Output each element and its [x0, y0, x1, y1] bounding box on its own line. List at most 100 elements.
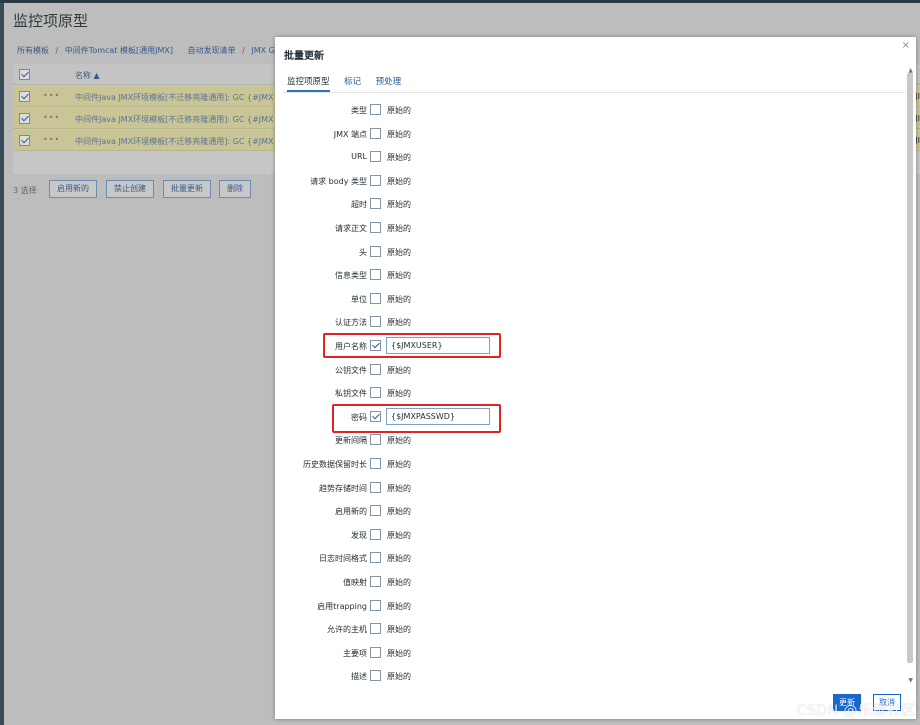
field-label: 启用新的 [335, 507, 367, 516]
field-checkbox[interactable] [370, 576, 381, 587]
row-checkbox[interactable] [19, 113, 30, 124]
field-row: URL 原始的 [275, 149, 575, 165]
field-label: 请求正文 [335, 224, 367, 233]
field-checkbox[interactable] [370, 222, 381, 233]
row-name-link[interactable]: 中间件Java JMX环境模板[不迁移亮隆通用]: GC {#JMX [75, 114, 274, 125]
field-label: 更新间隔 [335, 436, 367, 445]
field-checkbox[interactable] [370, 482, 381, 493]
field-checkbox[interactable] [370, 600, 381, 611]
field-row: 日志时间格式 原始的 [275, 550, 575, 566]
field-checkbox[interactable] [370, 316, 381, 327]
field-original-label: 原始的 [387, 460, 411, 469]
field-original-label: 原始的 [387, 578, 411, 587]
field-row: 允许的主机 原始的 [275, 621, 575, 637]
breadcrumb-all-templates[interactable]: 所有模板 [17, 46, 49, 55]
field-checkbox[interactable] [370, 647, 381, 658]
page-title: 监控项原型 [13, 12, 89, 30]
select-all-checkbox[interactable] [19, 69, 30, 80]
breadcrumb: 所有模板 / 中间件Tomcat 模板[通用JMX] 自动发现清单 / JMX … [17, 45, 283, 56]
breadcrumb-discovery-list[interactable]: 自动发现清单 [188, 46, 236, 55]
field-checkbox[interactable] [370, 434, 381, 445]
field-label: JMX 端点 [333, 130, 367, 139]
field-original-label: 原始的 [387, 672, 411, 681]
field-original-label: 原始的 [387, 389, 411, 398]
field-row: 启用新的 原始的 [275, 503, 575, 519]
breadcrumb-separator: / [242, 46, 245, 55]
field-original-label: 原始的 [387, 295, 411, 304]
field-checkbox[interactable] [370, 198, 381, 209]
dialog-scrollbar[interactable] [907, 73, 913, 663]
field-checkbox[interactable] [370, 175, 381, 186]
close-icon[interactable]: × [902, 40, 910, 51]
field-original-label: 原始的 [387, 200, 411, 209]
field-label: 启用trapping [317, 602, 367, 611]
field-label: 单位 [351, 295, 367, 304]
breadcrumb-separator: / [55, 46, 59, 55]
field-label: 私钥文件 [335, 389, 367, 398]
field-original-label: 原始的 [387, 224, 411, 233]
row-menu-dots[interactable]: ••• [43, 113, 60, 122]
field-checkbox[interactable] [370, 364, 381, 375]
field-label: URL [351, 152, 367, 161]
field-checkbox[interactable] [370, 458, 381, 469]
field-checkbox[interactable] [370, 151, 381, 162]
field-label: 头 [359, 248, 367, 257]
mass-update-button[interactable]: 批量更新 [163, 180, 211, 198]
field-row: 认证方法 原始的 [275, 314, 575, 330]
field-row: 请求正文 原始的 [275, 220, 575, 236]
field-label: 类型 [351, 106, 367, 115]
field-label: 请求 body 类型 [310, 177, 367, 186]
tab-tags[interactable]: 标记 [344, 75, 361, 90]
field-label: 描述 [351, 672, 367, 681]
field-label: 趋势存储时间 [319, 484, 367, 493]
field-checkbox[interactable] [370, 670, 381, 681]
field-original-label: 原始的 [387, 153, 411, 162]
scroll-down-arrow[interactable]: ▼ [908, 677, 913, 684]
field-original-label: 原始的 [387, 625, 411, 634]
field-original-label: 原始的 [387, 366, 411, 375]
field-checkbox[interactable] [370, 246, 381, 257]
field-checkbox[interactable] [370, 552, 381, 563]
field-row: 描述 原始的 [275, 668, 575, 684]
row-menu-dots[interactable]: ••• [43, 91, 60, 100]
delete-button[interactable]: 删除 [219, 180, 251, 198]
field-original-label: 原始的 [387, 318, 411, 327]
field-row: 更新间隔 原始的 [275, 432, 575, 448]
field-original-label: 原始的 [387, 531, 411, 540]
field-original-label: 原始的 [387, 602, 411, 611]
field-checkbox[interactable] [370, 128, 381, 139]
field-row: 单位 原始的 [275, 291, 575, 307]
field-row: 启用trapping 原始的 [275, 598, 575, 614]
field-label: 历史数据保留时长 [303, 460, 367, 469]
field-original-label: 原始的 [387, 248, 411, 257]
field-row: 信息类型 原始的 [275, 267, 575, 283]
field-checkbox[interactable] [370, 387, 381, 398]
row-checkbox[interactable] [19, 91, 30, 102]
field-row: 发现 原始的 [275, 527, 575, 543]
breadcrumb-template[interactable]: 中间件Tomcat 模板[通用JMX] [65, 46, 173, 55]
row-menu-dots[interactable]: ••• [43, 135, 60, 144]
field-checkbox[interactable] [370, 529, 381, 540]
tab-preprocessing[interactable]: 预处理 [376, 75, 402, 90]
field-original-label: 原始的 [387, 130, 411, 139]
field-row: 类型 原始的 [275, 102, 575, 118]
column-name-header[interactable]: 名称 ▲ [75, 70, 100, 81]
highlight-box-username [323, 333, 501, 358]
disable-button[interactable]: 禁止创建 [106, 180, 154, 198]
field-checkbox[interactable] [370, 104, 381, 115]
field-row: 历史数据保留时长 原始的 [275, 456, 575, 472]
field-label: 超时 [351, 200, 367, 209]
row-name-link[interactable]: 中间件Java JMX环境模板[不迁移亮隆通用]: GC {#JMX [75, 92, 274, 103]
row-checkbox[interactable] [19, 135, 30, 146]
row-name-link[interactable]: 中间件Java JMX环境模板[不迁移亮隆通用]: GC {#JMX [75, 136, 274, 147]
field-row: 主要项 原始的 [275, 645, 575, 661]
field-row: 趋势存储时间 原始的 [275, 480, 575, 496]
field-checkbox[interactable] [370, 293, 381, 304]
field-checkbox[interactable] [370, 269, 381, 280]
tab-item-prototype[interactable]: 监控项原型 [287, 75, 330, 92]
field-original-label: 原始的 [387, 177, 411, 186]
field-checkbox[interactable] [370, 505, 381, 516]
enable-button[interactable]: 启用新的 [49, 180, 97, 198]
field-label: 公钥文件 [335, 366, 367, 375]
field-checkbox[interactable] [370, 623, 381, 634]
